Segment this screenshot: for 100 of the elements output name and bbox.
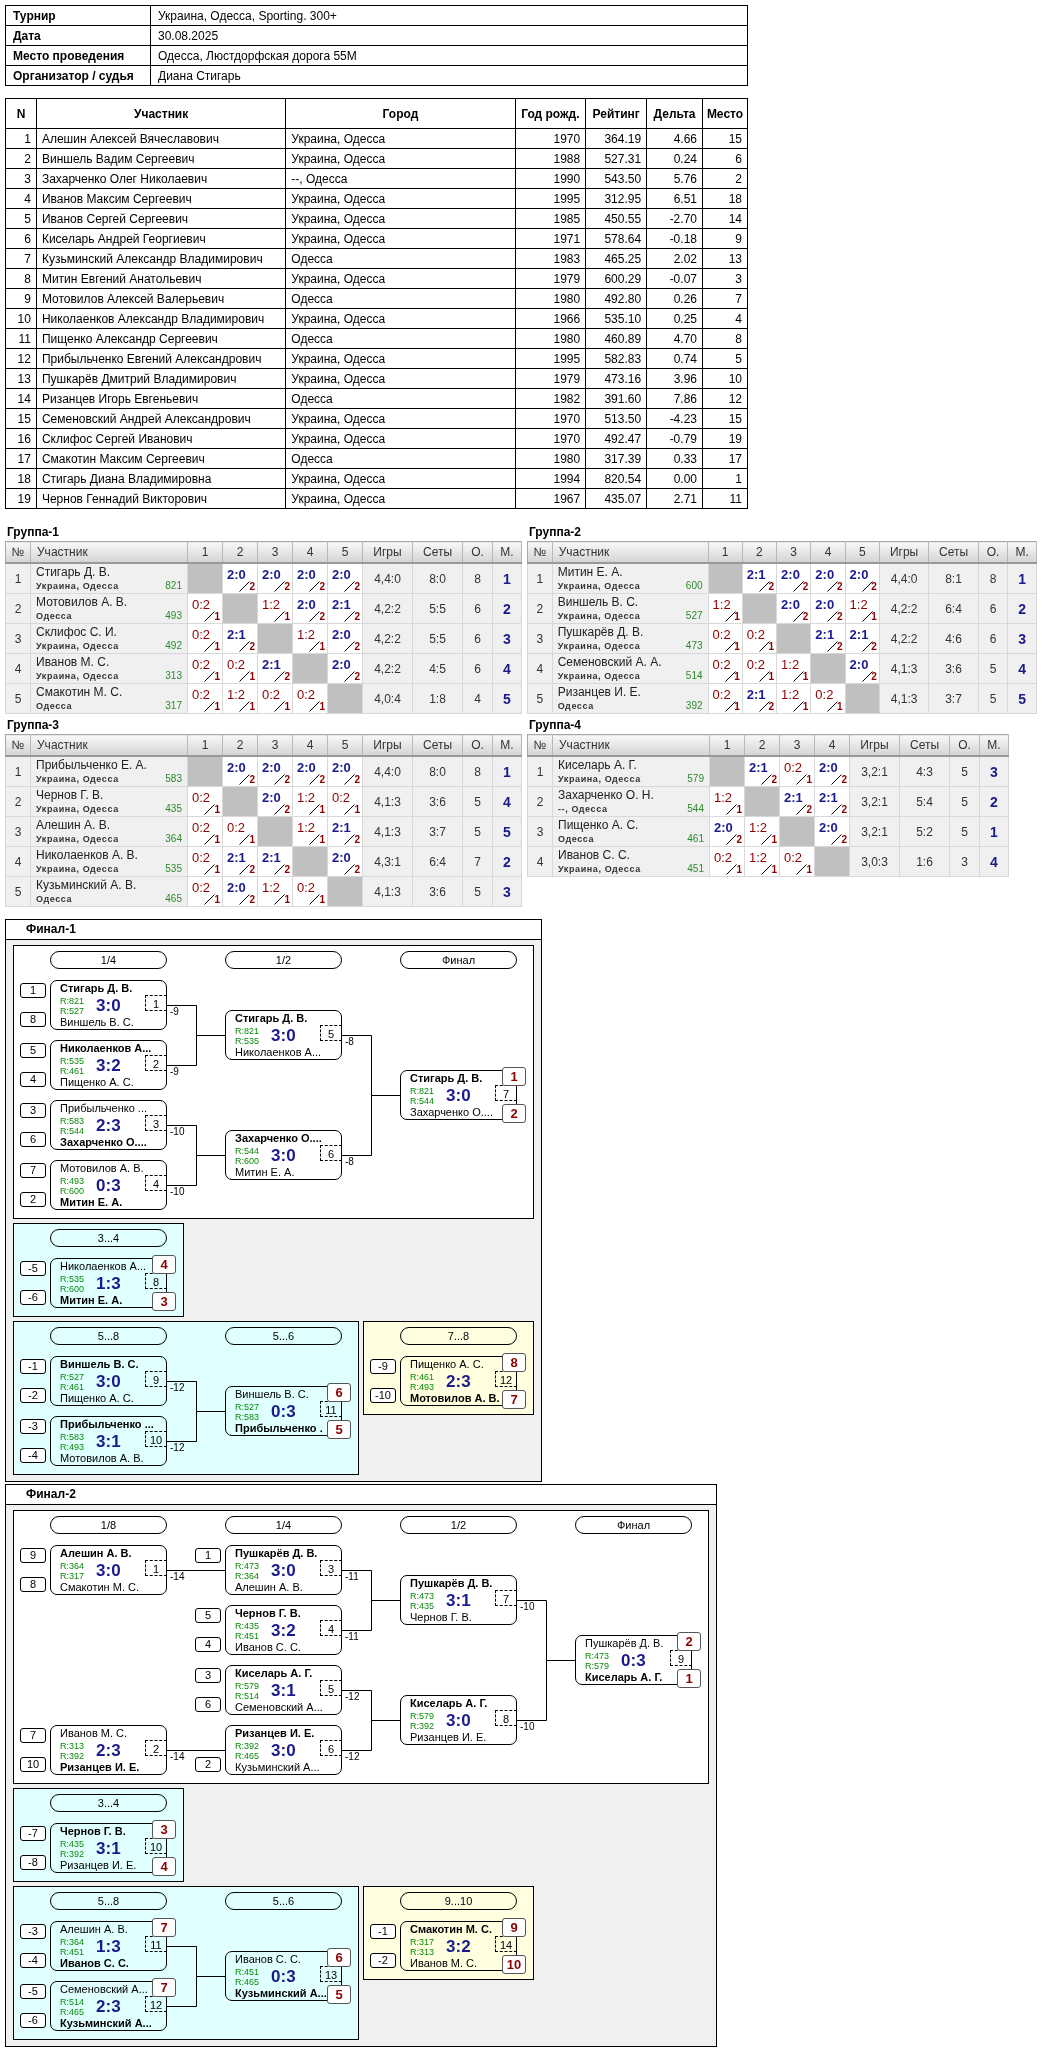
player-rating: R:435: [235, 1620, 260, 1631]
table-cell: 6:4: [412, 846, 463, 877]
match-points: 1: [806, 775, 812, 785]
player-name: Мотовилов А. В.: [410, 1392, 500, 1405]
match-score: 0:2: [192, 851, 211, 865]
round-header: 1/4: [225, 1516, 342, 1534]
match-points: 2: [284, 865, 290, 875]
match-points: 2: [354, 612, 360, 622]
match-number: 1: [145, 995, 167, 1011]
match-score: 3:0: [446, 1085, 471, 1106]
player-rating: R:514: [60, 1996, 85, 2007]
table-cell: 5: [5, 683, 31, 714]
player-rating: 535: [165, 863, 182, 875]
table-cell: 4,0:4: [362, 683, 413, 714]
table-cell: 460.89: [585, 328, 647, 349]
table-cell: -0.79: [646, 428, 703, 449]
match-points: 2: [249, 642, 255, 652]
player-rating: R:535: [60, 1273, 85, 1284]
slash-icon: [796, 774, 807, 785]
player-name: Смакотин М. С.: [60, 1581, 140, 1594]
slash-icon: [239, 701, 250, 712]
slash-icon: [309, 611, 320, 622]
table-cell: 391.60: [585, 388, 647, 409]
table-cell: 820.54: [585, 468, 647, 489]
column-header: О.: [462, 734, 493, 756]
slash-icon: [793, 611, 805, 622]
column-header: Участник: [36, 98, 286, 129]
player-name: Пищенко А. С.: [558, 818, 640, 833]
slash-icon: [274, 774, 285, 785]
player-rating: R:451: [60, 1946, 85, 1957]
table-cell: 465.25: [585, 248, 647, 269]
match-score: 0:2: [227, 821, 246, 835]
table-cell: Украина, Одесса: [285, 368, 516, 389]
match-score: 3:0: [96, 1560, 121, 1581]
match-score: 0:2: [815, 688, 834, 702]
seed-box: -1: [20, 1359, 46, 1374]
match-score: 0:2: [746, 658, 765, 672]
player-name: Чернов Г. В.: [36, 788, 105, 803]
table-cell: Украина, Одесса: [285, 188, 516, 209]
player-rating: R:435: [410, 1600, 435, 1611]
table-cell: Одесса: [285, 448, 516, 469]
player-name: Мотовилов А. В.: [60, 1162, 144, 1175]
player-name: Митин Е. А.: [235, 1166, 295, 1179]
match-points: 2: [841, 775, 847, 785]
table-cell: 15: [5, 408, 37, 429]
group-title: Группа-4: [528, 717, 583, 734]
player-rating: 317: [165, 700, 182, 712]
match-score: 0:2: [192, 821, 211, 835]
column-header: №: [527, 541, 553, 563]
table-cell: 4:3: [899, 756, 950, 787]
seed-box: 3: [195, 1668, 221, 1683]
loser-label: -8: [345, 1157, 354, 1167]
player-name: Иванов М. С.: [60, 1727, 128, 1740]
table-cell: 1: [5, 756, 31, 787]
place-badge: 2: [677, 1632, 701, 1651]
seed-box: 5: [20, 1043, 46, 1058]
match-points: 2: [354, 642, 360, 652]
slash-icon: [309, 894, 320, 905]
match-points: 2: [837, 612, 843, 622]
table-cell: Украина, Одесса: [285, 408, 516, 429]
table-cell: 312.95: [585, 188, 647, 209]
player-rating: R:317: [410, 1936, 435, 1947]
player-name: Пушкарёв Д. В.: [235, 1547, 318, 1560]
column-header: 1: [187, 734, 223, 756]
slash-icon: [831, 834, 842, 845]
table-cell: 513.50: [585, 408, 647, 429]
player-city: Украина, Одесса: [557, 640, 641, 652]
player-name: Стигарь Д. В.: [235, 1012, 308, 1025]
slash-icon: [239, 774, 250, 785]
table-cell: 5:5: [412, 593, 463, 624]
player-name: Кузьминский А. В.: [36, 878, 138, 893]
place-badge: 5: [327, 1420, 351, 1439]
match-score: 0:2: [192, 598, 211, 612]
player-city: Украина, Одесса: [36, 803, 119, 815]
table-cell: 7.86: [646, 388, 703, 409]
match-score: 0:3: [621, 1650, 646, 1671]
match-points: 2: [284, 672, 290, 682]
table-cell: 1995: [515, 188, 586, 209]
match-score: 1:2: [297, 791, 316, 805]
table-cell: 8: [702, 328, 748, 349]
player-rating: R:583: [60, 1115, 85, 1126]
match-score: 0:2: [262, 688, 281, 702]
player-rating: R:313: [60, 1740, 85, 1751]
round-header: 1/8: [50, 1516, 167, 1534]
match-points: 2: [841, 805, 847, 815]
match-points: 1: [771, 865, 777, 875]
table-cell: 19: [702, 428, 748, 449]
table-cell: 5: [702, 348, 748, 369]
group-title: Группа-3: [6, 717, 61, 734]
player-rating: R:473: [585, 1650, 610, 1661]
match-score: 1:2: [714, 791, 733, 805]
table-cell: 1983: [515, 248, 586, 269]
match-score: 2:1: [815, 628, 835, 642]
round-header: 7...8: [400, 1327, 517, 1345]
round-header: 5...8: [50, 1892, 167, 1910]
column-header: 3: [776, 541, 811, 563]
table-cell: 450.55: [585, 208, 647, 229]
player-rating: 583: [165, 773, 182, 785]
table-cell: 1980: [515, 288, 586, 309]
match-points: 1: [837, 702, 843, 712]
